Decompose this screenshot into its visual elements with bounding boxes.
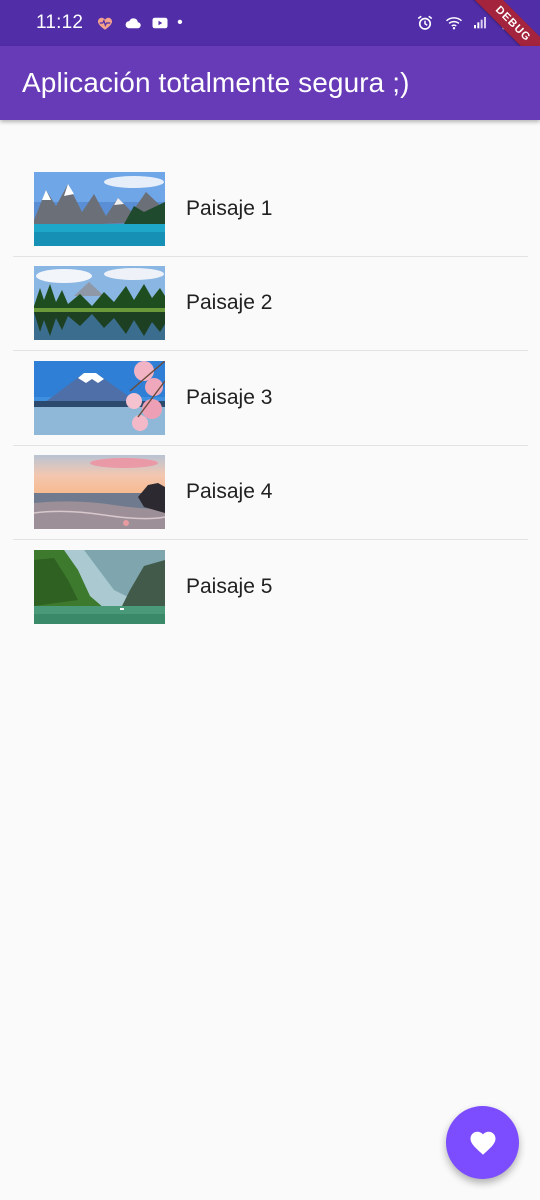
screen: 11:12 • DEBUG Aplicación totalmente segu… xyxy=(0,0,540,1200)
status-time: 11:12 xyxy=(36,12,84,33)
item-label: Paisaje 4 xyxy=(186,480,273,504)
status-left: 11:12 • xyxy=(36,12,183,34)
list-item[interactable]: Paisaje 1 xyxy=(13,162,528,257)
item-label: Paisaje 3 xyxy=(186,385,273,409)
thumbnail-mount-fuji xyxy=(34,360,165,435)
alarm-icon xyxy=(416,14,434,32)
item-label: Paisaje 5 xyxy=(186,575,273,599)
thumbnail-forest-lake xyxy=(34,266,165,341)
list-item[interactable]: Paisaje 4 xyxy=(13,446,528,540)
status-bar: 11:12 • xyxy=(0,0,540,46)
status-dot: • xyxy=(177,14,183,31)
landscape-list: Paisaje 1 Paisaje 2 Paisaje 3 Paisaje 4 … xyxy=(13,162,528,635)
youtube-icon xyxy=(150,14,168,32)
signal-icon xyxy=(472,14,490,32)
item-label: Paisaje 1 xyxy=(186,196,273,220)
thumbnail-river-canyon xyxy=(34,550,165,625)
list-item[interactable]: Paisaje 5 xyxy=(13,540,528,635)
list-item[interactable]: Paisaje 3 xyxy=(13,351,528,446)
app-bar: Aplicación totalmente segura ;) xyxy=(0,46,540,120)
health-icon xyxy=(96,14,114,32)
thumbnail-beach-sunset xyxy=(34,455,165,530)
item-label: Paisaje 2 xyxy=(186,291,273,315)
app-title: Aplicación totalmente segura ;) xyxy=(22,67,410,98)
thumbnail-mountain-lake xyxy=(34,171,165,246)
favorite-button[interactable] xyxy=(446,1106,519,1179)
list-item[interactable]: Paisaje 2 xyxy=(13,257,528,351)
heart-icon xyxy=(470,1131,495,1155)
wifi-icon xyxy=(444,14,462,32)
cloud-icon xyxy=(123,14,141,32)
